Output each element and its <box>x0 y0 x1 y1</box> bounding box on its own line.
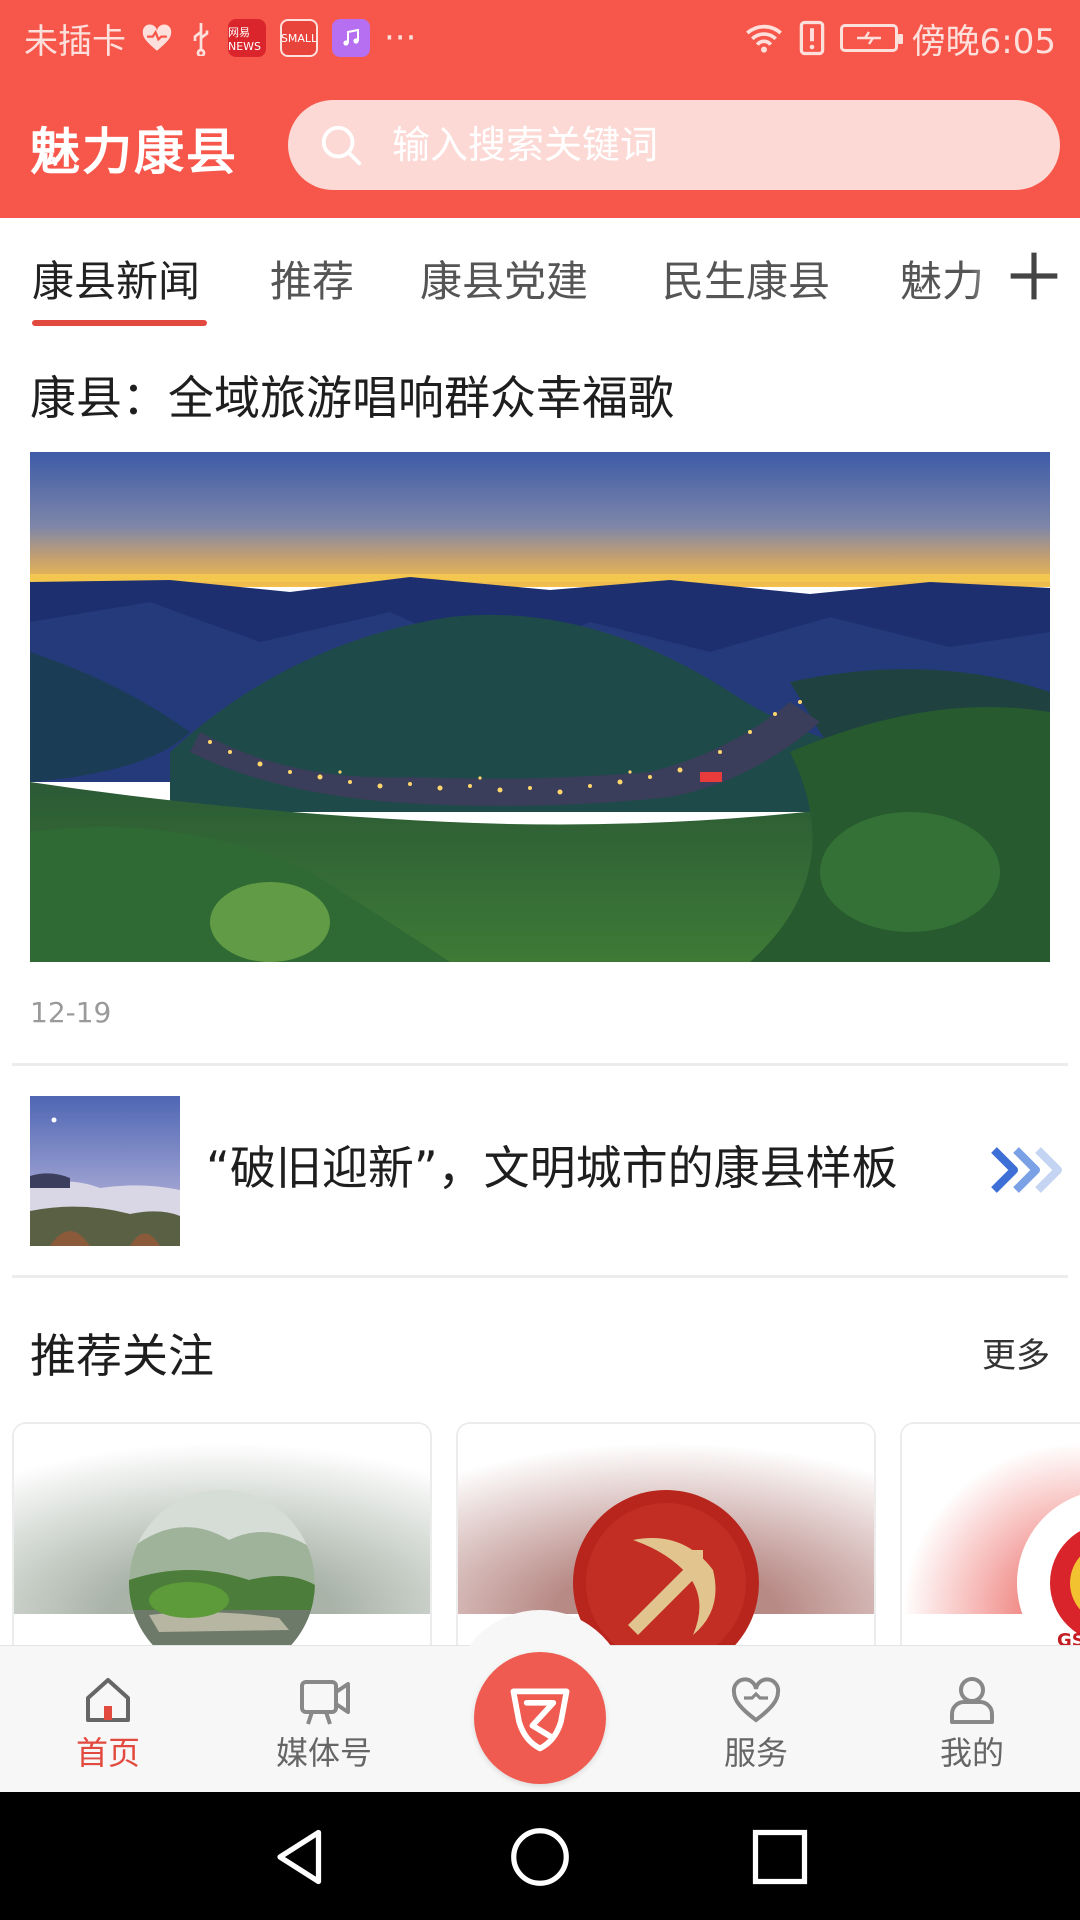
double-chevron-right-icon[interactable] <box>988 1142 1062 1198</box>
nav-mine[interactable]: 我的 <box>892 1646 1052 1793</box>
recommended-section-title: 推荐关注 <box>30 1329 214 1383</box>
follow-card[interactable]: GS <box>900 1422 1080 1652</box>
divider <box>12 1275 1068 1278</box>
app-title: 魅力康县 <box>30 122 238 181</box>
app-header: 魅力康县 输入搜索关键词 <box>0 78 1080 218</box>
tab-recommended[interactable]: 推荐 <box>270 248 354 309</box>
follow-card[interactable] <box>12 1422 432 1652</box>
nav-mine-label: 我的 <box>939 1734 1004 1772</box>
tab-livelihood[interactable]: 民生康县 <box>662 248 830 309</box>
home-circle-icon[interactable] <box>505 1822 575 1892</box>
center-action-button[interactable] <box>474 1652 606 1784</box>
nav-service-label: 服务 <box>723 1734 788 1772</box>
home-icon <box>86 1678 130 1722</box>
search-icon <box>321 125 362 166</box>
search-input[interactable]: 输入搜索关键词 <box>288 100 1060 190</box>
nav-media-label: 媒体号 <box>275 1734 372 1772</box>
nav-home[interactable]: 首页 <box>28 1646 188 1793</box>
usb-icon <box>193 23 209 56</box>
app-logo-icon <box>510 1688 570 1752</box>
system-navigation-bar <box>0 1792 1080 1920</box>
netease-news-icon: 网易 NEWS <box>228 19 266 57</box>
channel-tabs: 康县新闻 推荐 康县党建 民生康县 魅力 <box>0 218 1080 336</box>
tab-party-building[interactable]: 康县党建 <box>420 248 588 309</box>
article-thumbnail[interactable] <box>30 1096 180 1246</box>
nav-media[interactable]: 媒体号 <box>244 1646 404 1793</box>
carrier-text: 未插卡 <box>24 21 126 62</box>
music-icon <box>332 19 370 57</box>
featured-article-date: 12-19 <box>30 996 112 1029</box>
featured-article-image[interactable] <box>30 452 1050 962</box>
clock: 傍晚6:05 <box>911 21 1056 62</box>
alert-icon <box>799 20 824 56</box>
nav-service[interactable]: 服务 <box>676 1646 836 1793</box>
active-tab-indicator <box>32 320 207 326</box>
tab-kangxian-news[interactable]: 康县新闻 <box>32 248 200 309</box>
status-bar: 未插卡 网易 NEWS SMALL ··· 傍晚6:05 <box>0 0 1080 78</box>
nav-home-label: 首页 <box>75 1734 140 1772</box>
more-link[interactable]: 更多 <box>982 1328 1050 1377</box>
search-placeholder: 输入搜索关键词 <box>392 123 659 167</box>
heart-icon <box>142 24 172 51</box>
video-camera-icon <box>300 1680 350 1725</box>
recents-icon[interactable] <box>745 1822 815 1892</box>
featured-article-title[interactable]: 康县：全域旅游唱响群众幸福歌 <box>30 362 674 428</box>
battery-icon <box>839 24 903 52</box>
wifi-icon <box>745 24 782 53</box>
divider <box>12 1063 1068 1066</box>
back-icon[interactable] <box>266 1822 336 1892</box>
add-channel-icon[interactable] <box>1006 248 1062 304</box>
status-right: 傍晚6:05 <box>744 12 1056 64</box>
more-notifications: ··· <box>384 18 417 58</box>
heart-icon <box>731 1677 781 1723</box>
mall-icon: SMALL <box>280 19 318 57</box>
article-title[interactable]: “破旧迎新”，文明城市的康县样板 <box>206 1132 898 1198</box>
user-icon <box>950 1677 994 1724</box>
status-left: 未插卡 网易 NEWS SMALL ··· <box>24 12 416 64</box>
